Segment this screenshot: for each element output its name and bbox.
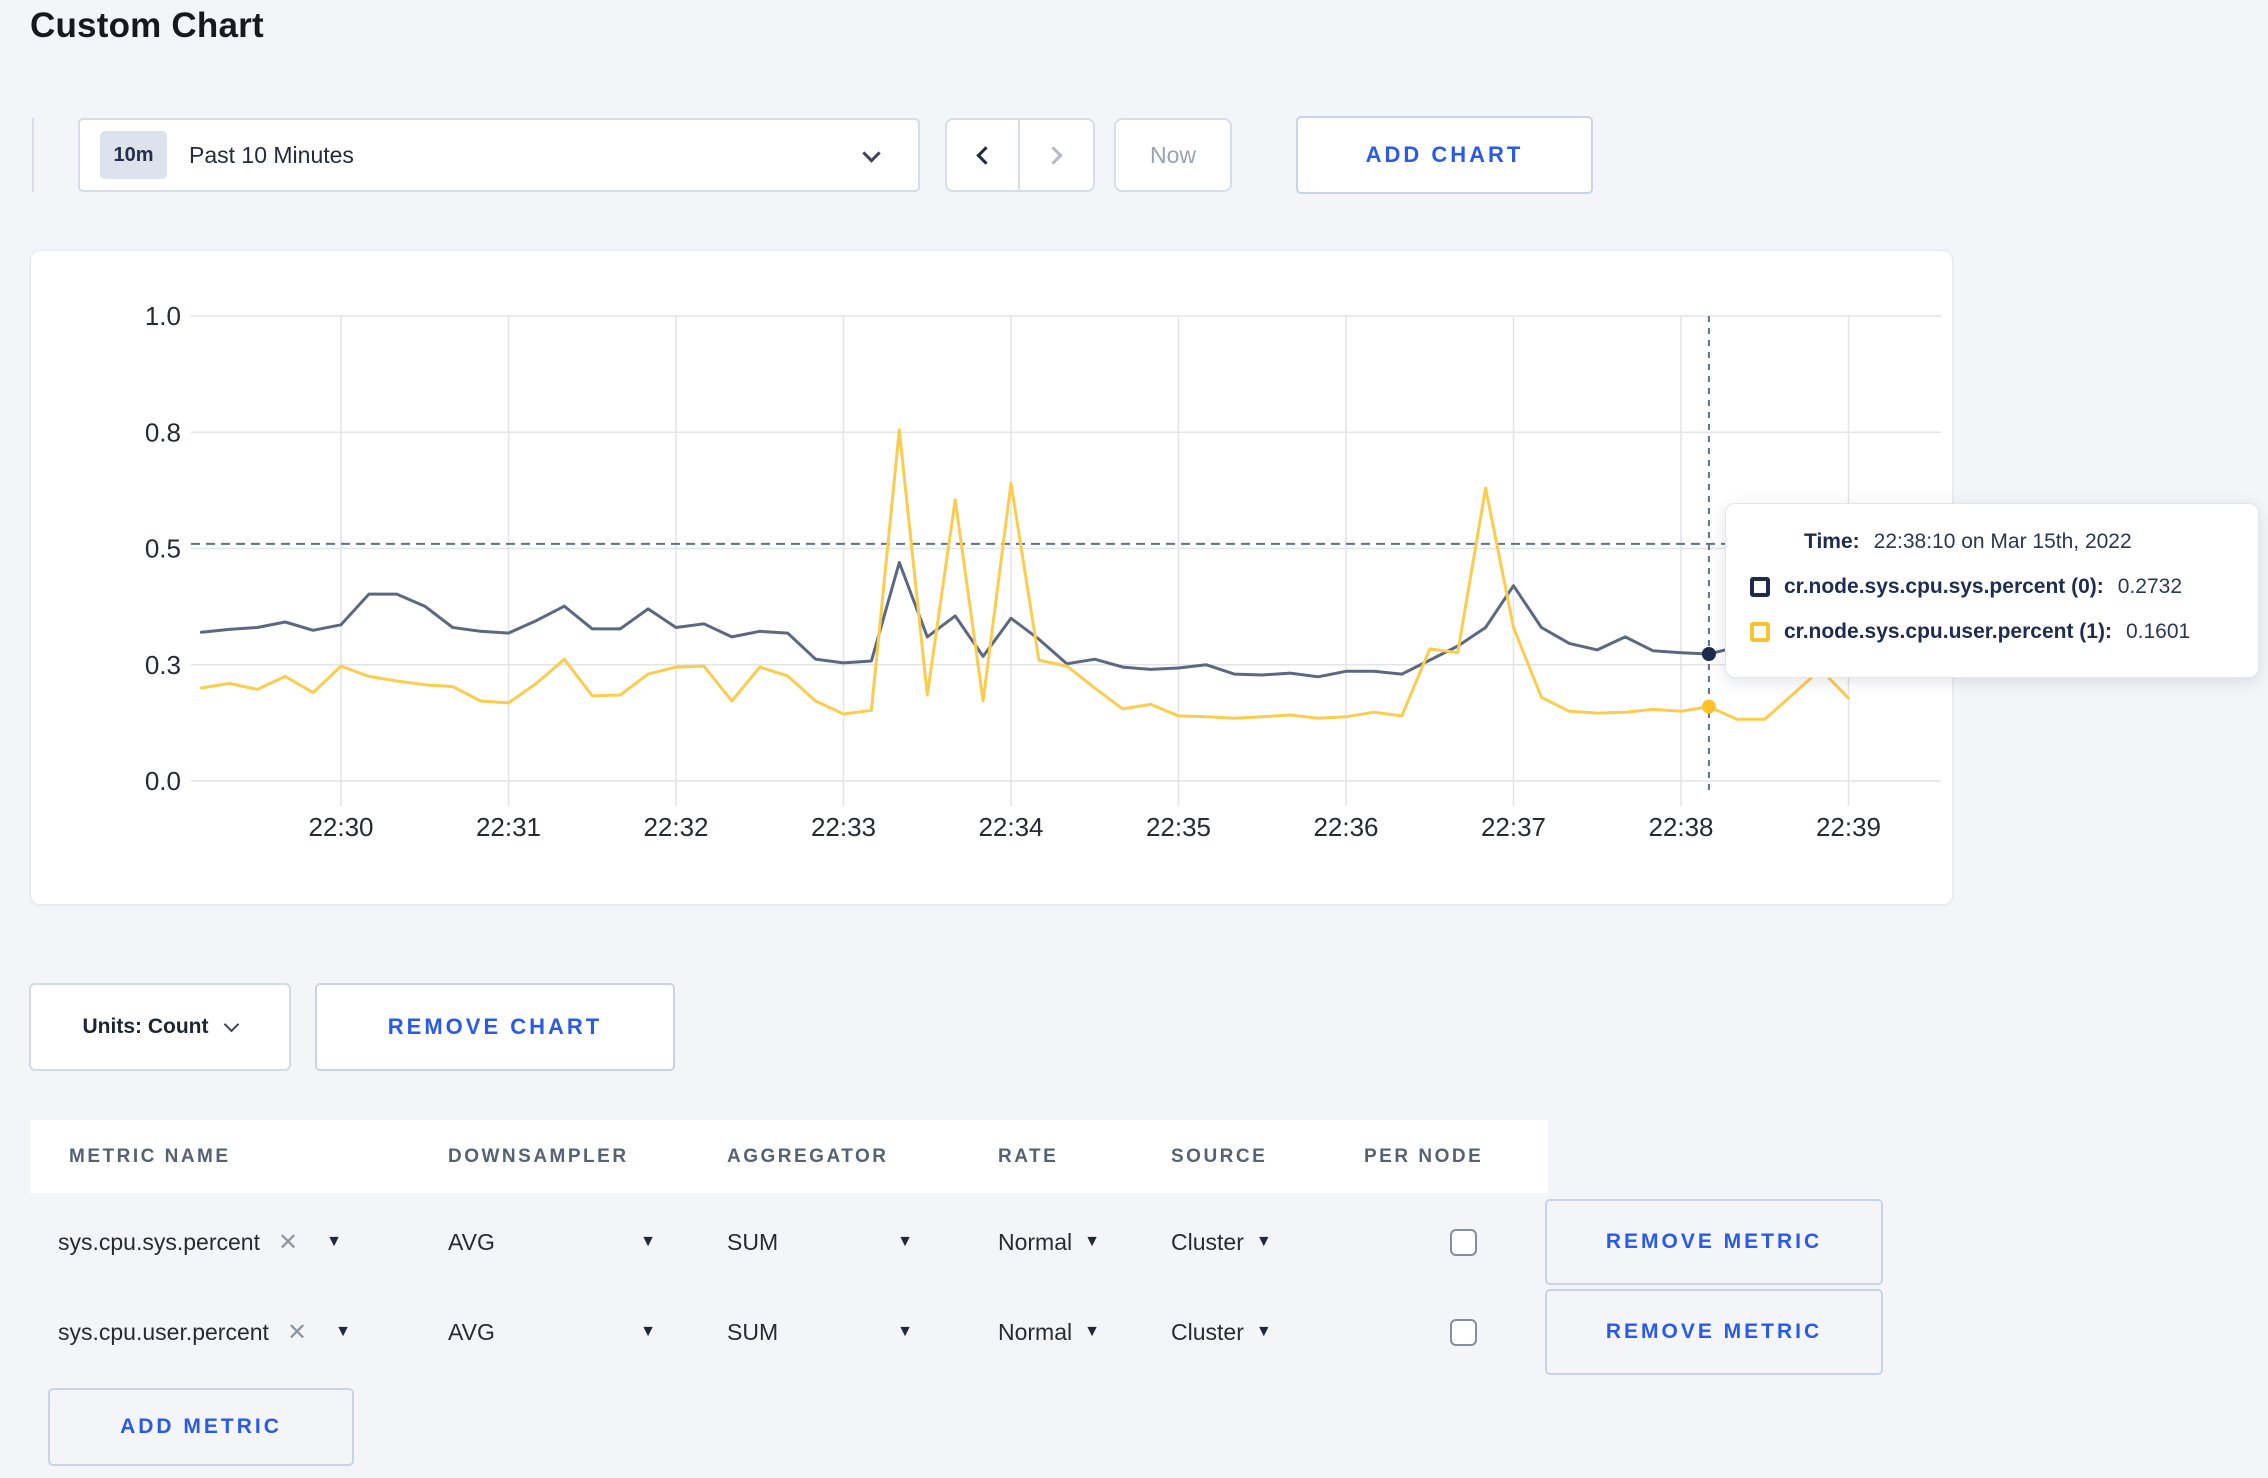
downsampler-value: AVG (448, 1228, 495, 1255)
units-dropdown[interactable]: Units: Count (29, 983, 291, 1071)
downsampler-dropdown[interactable]: AVG ▼ (448, 1229, 656, 1256)
chevron-left-icon (976, 145, 995, 165)
series-line (199, 428, 1850, 721)
tooltip-sys-label: cr.node.sys.cpu.sys.percent (0): (1784, 575, 2104, 598)
y-axis-tick-label: 0.8 (145, 417, 181, 447)
per-node-checkbox[interactable] (1450, 1318, 1477, 1346)
tooltip-time-value: 22:38:10 on Mar 15th, 2022 (1873, 530, 2132, 553)
crosshair-dot (1701, 647, 1716, 661)
clear-metric-icon[interactable]: ✕ (278, 1228, 298, 1257)
chevron-down-icon (224, 1016, 240, 1032)
aggregator-value: SUM (727, 1228, 779, 1255)
tooltip-time-label: Time: (1804, 530, 1860, 553)
time-pager (945, 118, 1095, 192)
y-axis-tick-label: 1.0 (145, 301, 181, 331)
per-node-checkbox[interactable] (1450, 1228, 1477, 1256)
aggregator-dropdown[interactable]: SUM ▼ (727, 1319, 913, 1346)
metric-name-value: sys.cpu.sys.percent (58, 1228, 260, 1255)
series-user-swatch-icon (1750, 622, 1770, 642)
dropdown-arrow-icon: ▼ (897, 1323, 913, 1340)
y-axis-tick-label: 0.5 (145, 534, 181, 564)
x-axis-tick-label: 22:32 (643, 812, 708, 842)
dropdown-arrow-icon[interactable]: ▼ (326, 1233, 342, 1251)
crosshair-dot (1701, 699, 1716, 714)
chevron-right-icon (1044, 145, 1063, 165)
x-axis-tick-label: 22:35 (1146, 812, 1211, 842)
downsampler-dropdown[interactable]: AVG ▼ (448, 1319, 656, 1346)
downsampler-value: AVG (448, 1318, 495, 1345)
metric-name-dropdown[interactable]: sys.cpu.sys.percent ✕ ▼ (58, 1228, 448, 1257)
col-header-per-node: PER NODE (1364, 1145, 1484, 1167)
col-header-source: SOURCE (1171, 1145, 1268, 1167)
time-range-dropdown[interactable]: 10m Past 10 Minutes (78, 118, 920, 192)
source-value: Cluster (1171, 1318, 1244, 1345)
time-range-label: Past 10 Minutes (189, 141, 354, 168)
dropdown-arrow-icon: ▼ (1084, 1323, 1100, 1340)
metric-row: sys.cpu.sys.percent ✕ ▼ AVG ▼ SUM ▼ Normal… (30, 1199, 2238, 1285)
next-time-button[interactable] (1020, 120, 1093, 190)
source-value: Cluster (1171, 1228, 1244, 1255)
col-header-rate: RATE (998, 1145, 1059, 1167)
clear-metric-icon[interactable]: ✕ (287, 1318, 307, 1347)
dropdown-arrow-icon: ▼ (1255, 1323, 1272, 1340)
series-sys-swatch-icon (1750, 577, 1770, 597)
dropdown-arrow-icon: ▼ (897, 1233, 913, 1250)
metric-row: sys.cpu.user.percent ✕ ▼ AVG ▼ SUM ▼ Norma… (30, 1289, 2238, 1375)
remove-metric-button[interactable]: REMOVE METRIC (1545, 1199, 1883, 1285)
x-axis-tick-label: 22:39 (1816, 812, 1881, 842)
add-metric-button[interactable]: ADD METRIC (48, 1388, 354, 1466)
units-label: Units: Count (82, 1015, 209, 1038)
remove-metric-button[interactable]: REMOVE METRIC (1545, 1289, 1883, 1375)
dropdown-arrow-icon: ▼ (640, 1233, 656, 1250)
metrics-table-header: METRIC NAME DOWNSAMPLER AGGREGATOR RATE … (30, 1120, 1548, 1193)
prev-time-button[interactable] (947, 120, 1020, 190)
dropdown-arrow-icon: ▼ (640, 1323, 656, 1340)
source-dropdown[interactable]: Cluster ▼ (1171, 1229, 1420, 1256)
dropdown-arrow-icon: ▼ (1084, 1233, 1100, 1250)
y-axis-tick-label: 0.3 (145, 650, 181, 680)
tooltip-sys-value: 0.2732 (2117, 575, 2183, 598)
x-axis-tick-label: 22:37 (1481, 812, 1546, 842)
y-axis-tick-label: 0.0 (145, 766, 181, 796)
chevron-down-icon (862, 144, 881, 163)
col-header-downsampler: DOWNSAMPLER (448, 1145, 629, 1167)
tooltip-user-label: cr.node.sys.cpu.user.percent (1): (1784, 620, 2112, 643)
toolbar-divider (32, 118, 34, 192)
rate-value: Normal (998, 1318, 1073, 1345)
rate-value: Normal (998, 1228, 1073, 1255)
rate-dropdown[interactable]: Normal ▼ (998, 1319, 1171, 1346)
x-axis-tick-label: 22:36 (1313, 812, 1378, 842)
now-button[interactable]: Now (1114, 118, 1232, 192)
tooltip-user-value: 0.1601 (2125, 620, 2191, 643)
remove-chart-button[interactable]: REMOVE CHART (315, 983, 675, 1071)
aggregator-value: SUM (727, 1318, 779, 1345)
cpu-usage-chart[interactable]: 1.0 0.8 0.5 0.3 0.0 22:30 22:31 22:32 22:33 22:34… (31, 251, 1954, 906)
metric-name-value: sys.cpu.user.percent (58, 1318, 269, 1345)
col-header-aggregator: AGGREGATOR (727, 1145, 889, 1167)
rate-dropdown[interactable]: Normal ▼ (998, 1229, 1171, 1256)
chart-tooltip: Time: 22:38:10 on Mar 15th, 2022 cr.node… (1725, 503, 2259, 678)
chart-card: 1.0 0.8 0.5 0.3 0.0 22:30 22:31 22:32 22:33 22:34… (30, 250, 1953, 905)
add-chart-button[interactable]: ADD CHART (1296, 116, 1593, 194)
x-axis-tick-label: 22:34 (978, 812, 1043, 842)
col-header-metric-name: METRIC NAME (69, 1145, 231, 1167)
page-title: Custom Chart (30, 6, 264, 45)
aggregator-dropdown[interactable]: SUM ▼ (727, 1229, 913, 1256)
x-axis-tick-label: 22:31 (476, 812, 541, 842)
x-axis-tick-label: 22:38 (1648, 812, 1713, 842)
x-axis-tick-label: 22:33 (811, 812, 876, 842)
dropdown-arrow-icon: ▼ (1255, 1233, 1272, 1250)
source-dropdown[interactable]: Cluster ▼ (1171, 1319, 1420, 1346)
dropdown-arrow-icon[interactable]: ▼ (335, 1323, 351, 1341)
time-range-badge: 10m (100, 131, 167, 179)
metric-name-dropdown[interactable]: sys.cpu.user.percent ✕ ▼ (58, 1318, 448, 1347)
x-axis-tick-label: 22:30 (308, 812, 373, 842)
